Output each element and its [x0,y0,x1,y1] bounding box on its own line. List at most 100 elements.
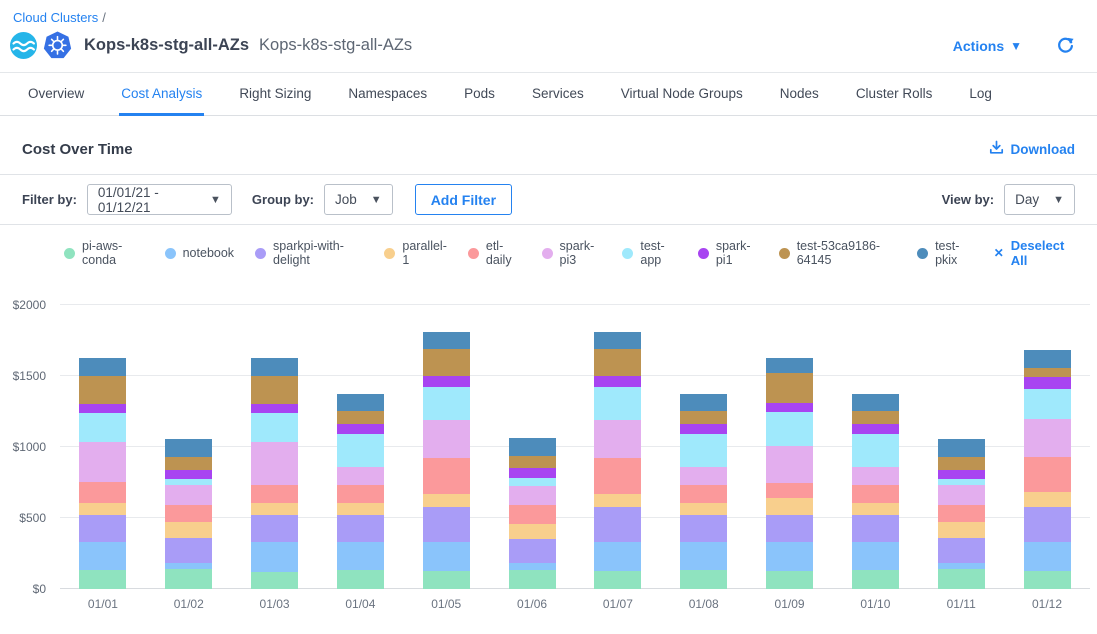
bar-segment-test-53ca9186-64145[interactable] [509,456,556,468]
bar-segment-test-53ca9186-64145[interactable] [79,376,126,404]
legend-item-test-app[interactable]: test-app [622,239,676,267]
bar-segment-pi-aws-conda[interactable] [1024,571,1071,589]
bar-segment-test-pkix[interactable] [1024,350,1071,368]
bar-segment-spark-pi1[interactable] [79,404,126,413]
tab-services[interactable]: Services [530,73,586,116]
bar-segment-parallel-1[interactable] [79,503,126,515]
bar-segment-test-pkix[interactable] [423,332,470,349]
tab-cluster-rolls[interactable]: Cluster Rolls [854,73,935,116]
bar-segment-notebook[interactable] [594,542,641,570]
bar-segment-notebook[interactable] [680,542,727,570]
bar-segment-etl-daily[interactable] [165,505,212,523]
bar-segment-etl-daily[interactable] [1024,457,1071,493]
legend-item-spark-pi1[interactable]: spark-pi1 [698,239,758,267]
bar-segment-test-pkix[interactable] [165,439,212,457]
bar-segment-spark-pi3[interactable] [1024,419,1071,457]
tab-right-sizing[interactable]: Right Sizing [237,73,313,116]
bar-segment-pi-aws-conda[interactable] [594,571,641,589]
bar-segment-parallel-1[interactable] [594,494,641,507]
add-filter-button[interactable]: Add Filter [415,184,512,215]
tab-namespaces[interactable]: Namespaces [346,73,429,116]
bar-segment-spark-pi1[interactable] [251,404,298,413]
bar-segment-pi-aws-conda[interactable] [337,570,384,589]
bar-segment-test-pkix[interactable] [938,439,985,457]
bar-segment-test-app[interactable] [1024,389,1071,420]
legend-item-parallel-1[interactable]: parallel-1 [384,239,446,267]
bar-segment-pi-aws-conda[interactable] [509,570,556,589]
bar-segment-notebook[interactable] [423,542,470,570]
bar-segment-pi-aws-conda[interactable] [423,571,470,589]
bar-segment-sparkpi-with-delight[interactable] [165,538,212,564]
bar-segment-sparkpi-with-delight[interactable] [509,539,556,564]
bar-segment-etl-daily[interactable] [680,485,727,503]
tab-virtual-node-groups[interactable]: Virtual Node Groups [619,73,745,116]
bar-segment-test-app[interactable] [251,413,298,442]
legend-item-spark-pi3[interactable]: spark-pi3 [542,239,602,267]
bar-segment-etl-daily[interactable] [594,458,641,494]
bar-segment-test-53ca9186-64145[interactable] [680,411,727,424]
bar-segment-notebook[interactable] [852,542,899,570]
bar-segment-spark-pi1[interactable] [852,424,899,434]
bar-segment-notebook[interactable] [251,542,298,572]
bar-segment-test-53ca9186-64145[interactable] [337,411,384,424]
bar-segment-parallel-1[interactable] [852,503,899,515]
download-button[interactable]: Download [989,140,1076,158]
bar-segment-test-53ca9186-64145[interactable] [165,457,212,470]
bar-segment-sparkpi-with-delight[interactable] [680,515,727,542]
bar-segment-test-pkix[interactable] [766,358,813,374]
legend-item-test-pkix[interactable]: test-pkix [917,239,973,267]
tab-log[interactable]: Log [967,73,994,116]
bar-segment-test-pkix[interactable] [594,332,641,349]
bar-segment-spark-pi3[interactable] [165,485,212,505]
bar-segment-sparkpi-with-delight[interactable] [337,515,384,542]
breadcrumb-link-cloud-clusters[interactable]: Cloud Clusters [13,10,98,25]
bar-segment-spark-pi3[interactable] [251,442,298,485]
bar-segment-pi-aws-conda[interactable] [79,570,126,589]
bar-segment-spark-pi1[interactable] [509,468,556,478]
refresh-button[interactable] [1056,36,1075,55]
bar-segment-parallel-1[interactable] [1024,492,1071,506]
bar-segment-etl-daily[interactable] [79,482,126,503]
legend-item-sparkpi-with-delight[interactable]: sparkpi-with-delight [255,239,363,267]
bar-segment-notebook[interactable] [337,542,384,570]
bar-segment-pi-aws-conda[interactable] [938,569,985,589]
bar-segment-test-53ca9186-64145[interactable] [938,457,985,470]
bar-segment-spark-pi3[interactable] [423,420,470,458]
bar-segment-etl-daily[interactable] [938,505,985,523]
bar-segment-spark-pi1[interactable] [337,424,384,434]
tab-pods[interactable]: Pods [462,73,497,116]
bar-segment-test-app[interactable] [766,412,813,446]
bar-segment-etl-daily[interactable] [337,485,384,503]
bar-segment-spark-pi1[interactable] [165,470,212,479]
date-range-dropdown[interactable]: 01/01/21 - 01/12/21▼ [87,184,232,215]
deselect-all-button[interactable]: ✕ Deselect All [994,238,1075,268]
bar-segment-test-app[interactable] [79,413,126,442]
bar-segment-test-app[interactable] [337,434,384,467]
bar-segment-etl-daily[interactable] [423,458,470,494]
legend-item-etl-daily[interactable]: etl-daily [468,239,521,267]
tab-nodes[interactable]: Nodes [778,73,821,116]
bar-segment-test-app[interactable] [680,434,727,467]
bar-segment-sparkpi-with-delight[interactable] [423,507,470,542]
bar-segment-parallel-1[interactable] [766,498,813,515]
bar-segment-spark-pi1[interactable] [938,470,985,479]
bar-segment-test-53ca9186-64145[interactable] [423,349,470,376]
bar-segment-test-53ca9186-64145[interactable] [1024,368,1071,377]
bar-segment-sparkpi-with-delight[interactable] [251,515,298,542]
bar-segment-sparkpi-with-delight[interactable] [852,515,899,542]
bar-segment-spark-pi3[interactable] [680,467,727,485]
bar-segment-test-53ca9186-64145[interactable] [594,349,641,376]
bar-segment-parallel-1[interactable] [251,503,298,515]
bar-segment-etl-daily[interactable] [509,505,556,523]
bar-segment-spark-pi1[interactable] [423,376,470,387]
bar-segment-spark-pi3[interactable] [852,467,899,485]
bar-segment-test-app[interactable] [423,387,470,420]
bar-segment-pi-aws-conda[interactable] [766,571,813,589]
bar-segment-notebook[interactable] [1024,542,1071,570]
bar-segment-etl-daily[interactable] [766,483,813,499]
bar-segment-parallel-1[interactable] [337,503,384,515]
bar-segment-spark-pi3[interactable] [594,420,641,458]
bar-segment-spark-pi3[interactable] [766,446,813,482]
bar-segment-test-app[interactable] [852,434,899,467]
bar-segment-pi-aws-conda[interactable] [680,570,727,589]
